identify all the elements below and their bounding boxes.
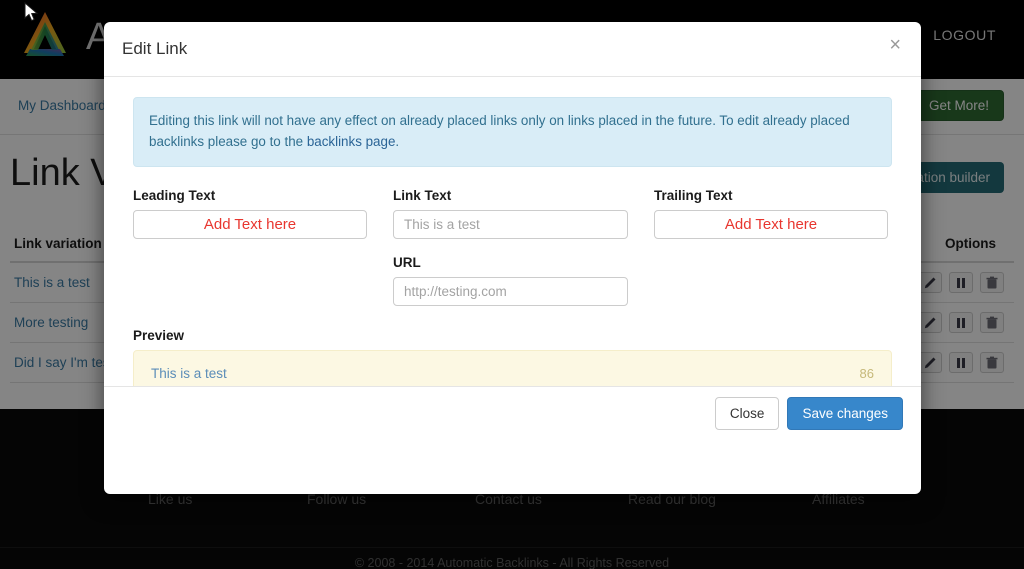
link-text-input[interactable] [393, 209, 628, 239]
url-row: URL [133, 255, 892, 306]
modal-header: Edit Link × [104, 22, 921, 77]
alert-text-before: Editing this link will not have any effe… [149, 113, 850, 149]
url-field-group: URL [393, 255, 628, 306]
url-row-spacer [133, 255, 393, 306]
url-label: URL [393, 254, 421, 270]
trailing-text-label: Trailing Text [654, 187, 733, 203]
save-changes-button[interactable]: Save changes [787, 397, 903, 430]
preview-link-text[interactable]: This is a test [151, 366, 227, 381]
trailing-text-field-group: Trailing Text [654, 188, 888, 239]
edit-link-modal: Edit Link × Editing this link will not h… [104, 22, 921, 494]
leading-text-label: Leading Text [133, 187, 216, 203]
trailing-text-input[interactable] [654, 209, 888, 239]
modal-title: Edit Link [122, 39, 188, 58]
link-text-label: Link Text [393, 187, 452, 203]
leading-text-input[interactable] [133, 209, 367, 239]
preview-label: Preview [133, 327, 185, 343]
app-screen: A LOGOUT My Dashboard 0 Get More! Link V… [0, 0, 1024, 569]
alert-text-after: . [395, 133, 400, 149]
close-icon[interactable]: × [885, 31, 905, 59]
close-button[interactable]: Close [714, 397, 780, 430]
backlinks-page-link[interactable]: backlinks page [307, 134, 396, 149]
modal-body: Editing this link will not have any effe… [104, 77, 921, 440]
modal-footer: Close Save changes [104, 386, 921, 440]
link-text-field-group: Link Text [393, 188, 628, 239]
fields-row: Leading Text Link Text Trailing Text [133, 188, 892, 239]
info-alert: Editing this link will not have any effe… [133, 97, 892, 167]
leading-text-field-group: Leading Text [133, 188, 367, 239]
url-input[interactable] [393, 276, 628, 306]
preview-count: 86 [859, 365, 874, 381]
